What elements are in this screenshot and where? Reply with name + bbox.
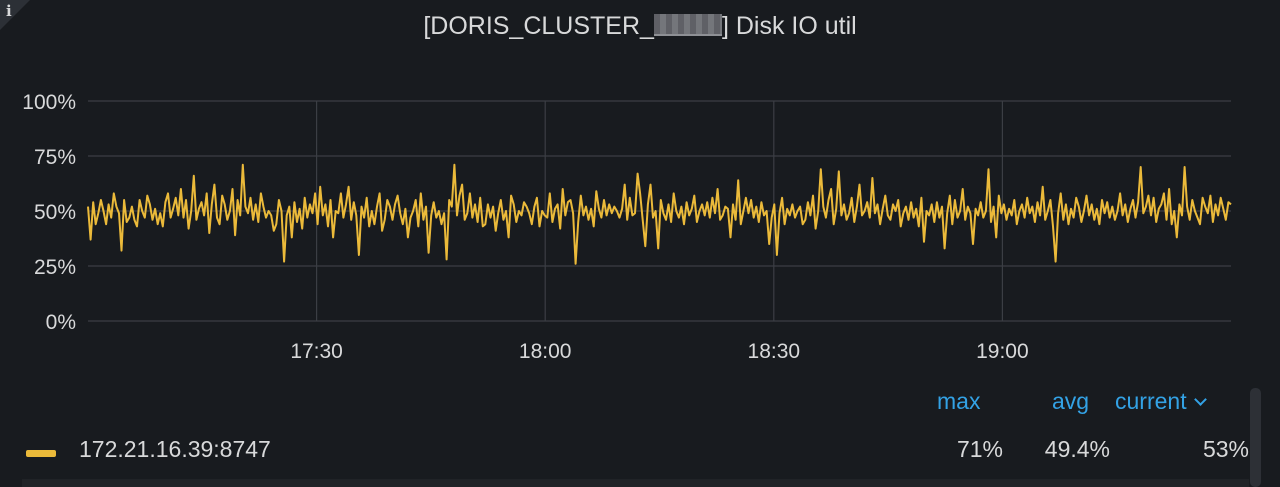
series-line [87, 163, 1232, 265]
legend-header-max[interactable]: max [937, 388, 980, 415]
legend-series-row[interactable]: 172.21.16.39:8747 71% 49.4% 53% [0, 432, 1260, 468]
chevron-down-icon [1193, 393, 1207, 406]
y-tick-label: 100% [22, 91, 76, 114]
series-avg-value: 49.4% [1044, 436, 1110, 462]
y-tick-label: 0% [46, 311, 76, 334]
line-chart[interactable]: 100% 75% 50% 25% 0% 17:30 18:00 18:30 19:00 [0, 0, 1280, 380]
x-tick-label: 19:00 [976, 340, 1029, 363]
legend-scrollbar[interactable] [1250, 388, 1261, 487]
y-tick-label: 25% [34, 256, 76, 279]
legend-header-current-label: current [1115, 388, 1187, 414]
y-tick-label: 50% [34, 201, 76, 224]
series-color-swatch[interactable] [26, 450, 56, 457]
legend-header-current[interactable]: current [1115, 388, 1207, 415]
legend-header-avg[interactable]: avg [1052, 388, 1089, 415]
y-tick-label: 75% [34, 146, 76, 169]
x-tick-label: 18:00 [519, 340, 572, 363]
x-tick-label: 18:30 [748, 340, 801, 363]
graph-panel: i [DORIS_CLUSTER_] Disk IO util 100% 75% 5… [0, 0, 1280, 487]
series-current-value: 53% [1202, 436, 1249, 462]
legend-bottom-edge [22, 479, 1249, 487]
series-name[interactable]: 172.21.16.39:8747 [79, 436, 271, 463]
x-tick-label: 17:30 [290, 340, 343, 363]
series-max-value: 71% [956, 436, 1003, 462]
